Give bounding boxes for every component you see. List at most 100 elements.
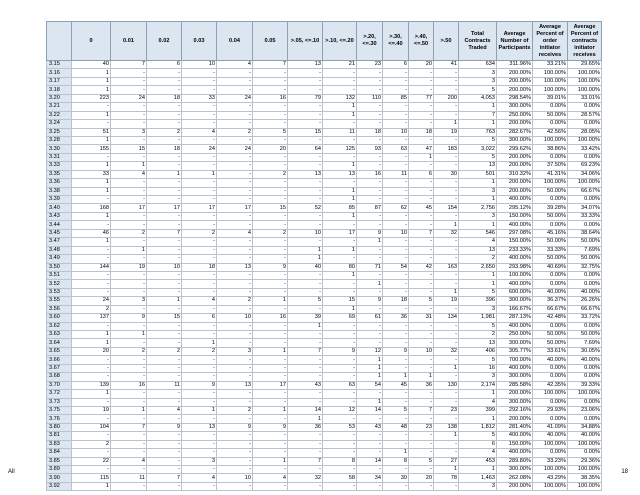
table-cell: 1 [433,119,459,129]
table-cell: - [382,152,409,163]
table-cell: - [382,254,409,264]
table-cell: 4 [458,448,497,458]
table-cell: - [71,355,111,365]
table-cell: - [433,355,459,365]
table-cell: - [110,254,147,264]
table-cell: - [252,245,288,256]
table-cell: 297.08% [496,228,533,239]
table-row: 3.73- - - - - - - -1- - -4 300.00% 0.00% 0.00% [46,397,602,407]
table-cell: - [356,186,383,197]
table-cell: - [287,178,323,188]
table-cell: 1 [71,178,111,188]
table-cell: - [356,287,383,298]
table-cell: 1 [146,296,182,306]
table-cell: 3 [216,346,253,357]
table-cell: 100.00% [567,135,602,146]
table-cell: - [110,220,147,230]
table-cell: 1 [181,169,217,180]
table-cell: - [433,338,459,348]
table-cell: - [146,363,182,374]
table-cell: - [382,178,409,188]
table-cell: 66.67% [532,304,568,315]
table-cell: 11 [110,473,147,483]
table-cell: - [252,481,288,492]
table-cell: - [382,211,409,222]
table-cell: - [408,397,434,407]
table-cell: 1 [458,414,497,424]
table-cell: - [181,329,217,340]
table-cell: - [382,220,409,230]
table-row: 3.28 1- - - - - - - - - - -5 300.00% 100.00% 100.00% [46,135,602,146]
table-row: 3.81- - - - - - - - - - -1 5 400.00% 40.00% 40.00% [46,431,602,441]
table-cell: 41.31% [532,169,568,180]
row-label: 3.60 [46,313,72,323]
table-cell: 66.67% [567,304,602,315]
table-cell: 0.00% [532,102,568,112]
table-cell: - [216,245,253,256]
table-cell: 10 [216,313,253,323]
table-cell: 20 [408,473,434,483]
table-cell: - [356,389,383,399]
table-cell: 1 [408,372,434,382]
table-cell: 3 [458,76,497,87]
table-cell: 51 [71,127,111,137]
table-cell: 42 [408,262,434,272]
table-cell: - [433,161,459,171]
table-cell: 50.00% [532,110,568,121]
table-row: 3.36 1- - - - - - - - - - -1 200.00% 100.00% 100.00% [46,178,602,188]
row-label: 3.65 [46,346,72,357]
table-cell: - [71,287,111,298]
table-cell: - [322,237,357,247]
table-cell: - [287,76,323,87]
table-cell: - [433,270,459,281]
table-cell: 36 [287,422,323,433]
table-cell: - [382,321,409,332]
column-header: >.10, <=.20 [322,21,357,61]
table-cell: - [382,161,409,171]
table-cell: - [146,76,182,87]
table-cell: 1 [71,237,111,247]
table-cell: - [433,186,459,197]
table-row: 3.76- - - - - -1- - - - -1 200.00% 0.00% 0.00% [46,414,602,424]
table-cell: 18 [382,296,409,306]
table-cell: - [216,329,253,340]
table-row: 3.45 46 2 7 2 4 2 10 17 9 10 7 32 546 297.08% 45.16% 38.… [46,228,602,239]
row-label: 3.31 [46,152,72,163]
table-cell: 16 [356,169,383,180]
row-label: 3.50 [46,262,72,272]
table-cell: 33.21% [532,59,568,70]
table-cell: - [110,372,147,382]
table-cell: 7 [252,59,288,70]
table-cell: 16 [458,363,497,374]
table-row: 3.80 104 7 9 13 9 9 36 53 43 48 23 138 1,812 281.40% 41… [46,422,602,433]
table-row: 3.92 1- - - - - - - - - - -3 200.00% 100.00% 100.00% [46,481,602,492]
table-cell: - [146,431,182,441]
table-cell: 7 [110,59,147,70]
table-row: 3.68- - - - - - - -1 1 1-3 300.00% 0.00% 0.00% [46,372,602,382]
table-cell: 9 [382,346,409,357]
table-cell: 66.67% [567,186,602,197]
table-cell: 40.00% [567,431,602,441]
table-cell: - [71,220,111,230]
table-cell: 600.00% [496,287,533,298]
table-cell: - [110,76,147,87]
table-cell: - [71,245,111,256]
table-cell: - [433,68,459,78]
table-cell: 1 [146,169,182,180]
table-cell: - [252,287,288,298]
table-cell: 69.23% [567,161,602,171]
table-cell: 54 [356,380,383,391]
table-cell: 400.00% [496,363,533,374]
table-cell: 5 [458,152,497,163]
table-row: 3.47 1- - - - - - -1- - -4 150.00% 50.00% 50.00% [46,237,602,247]
table-cell: - [382,237,409,247]
table-cell: 1 [71,338,111,348]
table-cell: 40 [71,59,111,70]
table-cell: - [252,304,288,315]
table-cell: 87 [356,203,383,213]
table-cell: 292.16% [496,405,533,416]
table-cell: - [110,481,147,492]
table-cell: 0.00% [532,119,568,129]
row-label: 3.75 [46,405,72,416]
table-cell: 7 [458,110,497,121]
